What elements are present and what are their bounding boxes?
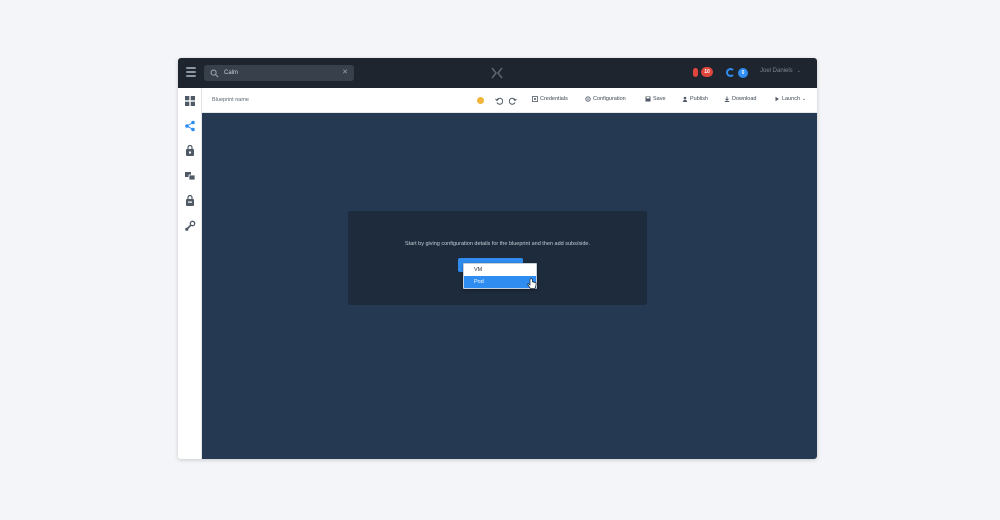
alert-icon — [693, 67, 698, 77]
clear-search-icon[interactable]: ✕ — [341, 69, 349, 77]
refresh-icon[interactable] — [726, 68, 735, 77]
blueprint-toolbar: Blueprint name Credentials Configuration… — [202, 88, 817, 113]
apps-icon[interactable] — [184, 170, 196, 182]
empty-state-message: Start by giving configuration details fo… — [405, 241, 590, 247]
blueprint-icon[interactable] — [184, 120, 196, 132]
top-bar: Calm ✕ 10 0 Joel Daniels ⌄ — [178, 58, 817, 88]
download-button[interactable]: Download — [724, 96, 756, 102]
empty-state-panel: Start by giving configuration details fo… — [348, 211, 647, 305]
download-icon — [724, 96, 730, 102]
chevron-down-icon: ⌄ — [796, 68, 801, 74]
launch-button[interactable]: Launch ⌄ — [774, 96, 806, 102]
publish-icon — [682, 96, 688, 102]
credentials-button[interactable]: Credentials — [532, 96, 568, 102]
play-icon — [775, 96, 779, 102]
save-icon — [645, 96, 651, 102]
chevron-down-icon: ⌄ — [802, 96, 807, 102]
launch-label: Launch — [782, 96, 801, 102]
settings-icon[interactable] — [184, 220, 196, 232]
logo-icon — [491, 67, 503, 79]
credentials-label: Credentials — [540, 96, 568, 102]
user-name: Joel Daniels — [760, 68, 793, 74]
search-bar[interactable]: Calm ✕ — [204, 65, 354, 81]
marketplace-icon[interactable] — [184, 145, 196, 157]
blueprint-canvas[interactable]: Start by giving configuration details fo… — [202, 113, 817, 459]
dropdown-option-vm[interactable]: VM — [464, 264, 536, 276]
key-icon — [532, 96, 538, 102]
help-badge[interactable]: 0 — [738, 68, 748, 78]
service-type-dropdown[interactable]: VM Pod — [463, 263, 537, 289]
gear-icon — [585, 96, 591, 102]
blueprint-name-input[interactable]: Blueprint name — [212, 97, 249, 103]
sidebar — [178, 88, 202, 459]
projects-icon[interactable] — [184, 195, 196, 207]
dashboard-icon[interactable] — [184, 95, 196, 107]
undo-icon[interactable] — [495, 97, 503, 105]
search-icon — [210, 69, 219, 77]
user-menu[interactable]: Joel Daniels ⌄ — [760, 68, 801, 74]
alert-count-badge: 10 — [701, 67, 713, 77]
app-window: Calm ✕ 10 0 Joel Daniels ⌄ Blueprint nam… — [178, 58, 817, 459]
configuration-label: Configuration — [593, 96, 626, 102]
publish-label: Publish — [690, 96, 709, 102]
save-label: Save — [653, 96, 666, 102]
menu-icon[interactable] — [186, 67, 196, 79]
download-label: Download — [732, 96, 757, 102]
hand-cursor-icon — [527, 278, 537, 289]
redo-icon[interactable] — [509, 97, 517, 105]
status-icon — [477, 97, 484, 104]
alerts[interactable]: 10 — [693, 67, 713, 77]
save-button[interactable]: Save — [645, 96, 666, 102]
search-input[interactable]: Calm — [224, 70, 341, 76]
publish-button[interactable]: Publish — [682, 96, 708, 102]
dropdown-option-pod[interactable]: Pod — [464, 276, 536, 288]
configuration-button[interactable]: Configuration — [585, 96, 626, 102]
